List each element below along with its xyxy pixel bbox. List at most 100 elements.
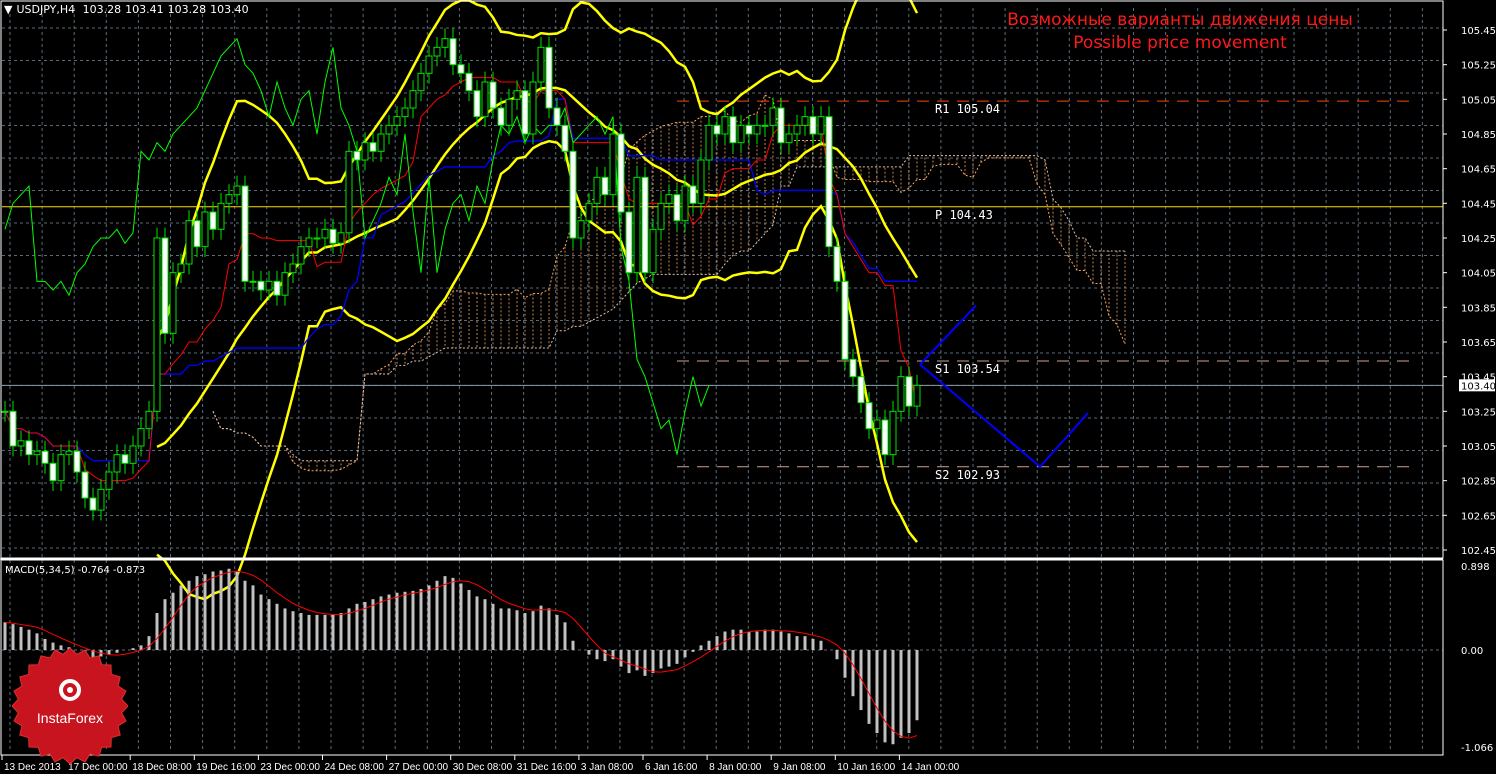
candle-body <box>857 376 865 404</box>
forecast-path <box>919 304 977 366</box>
pivot-label-S2: S2 102.93 <box>935 468 1000 482</box>
candle-body <box>737 124 745 144</box>
x-tick-label: 18 Dec 08:00 <box>132 762 192 773</box>
annotation-russian: Возможные варианты движения цены <box>1007 10 1353 30</box>
candle-body <box>377 133 385 152</box>
candle-body <box>385 124 393 135</box>
candle-body <box>337 232 345 244</box>
candle-body <box>417 72 425 92</box>
x-tick-label: 31 Dec 16:00 <box>517 762 577 773</box>
candle-body <box>281 272 289 296</box>
y-tick-label: 102.45 <box>1461 546 1496 557</box>
candle-body <box>777 107 785 144</box>
x-tick-label: 27 Dec 00:00 <box>389 762 449 773</box>
candle-body <box>721 116 729 135</box>
y-tick-label: 104.45 <box>1461 199 1496 210</box>
candle-body <box>97 488 105 511</box>
candle-body <box>33 450 41 456</box>
candle-body <box>73 450 81 473</box>
candle-body <box>849 358 857 378</box>
candle-body <box>481 81 489 118</box>
candle-body <box>753 124 761 135</box>
candle-body <box>865 402 873 430</box>
x-tick-label: 3 Jan 08:00 <box>581 762 634 773</box>
candle-body <box>217 202 225 230</box>
forecast-path <box>919 363 1089 469</box>
chikou-span <box>4 37 710 455</box>
pivot-label-R1: R1 105.04 <box>935 102 1000 116</box>
candle-body <box>561 124 569 152</box>
candle-body <box>313 237 321 240</box>
candle-body <box>633 176 641 274</box>
candle-body <box>825 116 833 248</box>
macd-tick-label: 0.00 <box>1461 646 1483 657</box>
candle-body <box>49 462 57 482</box>
high-value: 103.41 <box>125 3 164 16</box>
candle-body <box>665 194 673 204</box>
x-tick-label: 6 Jan 16:00 <box>645 762 698 773</box>
pivot-label-P: P 104.43 <box>935 208 993 222</box>
candle-body <box>25 440 33 456</box>
trading-chart-window: R1 105.04 P 104.43 S1 103.54 S2 102.93 105.… <box>0 0 1496 774</box>
candle-body <box>449 38 457 66</box>
candle-body <box>65 450 73 456</box>
candle-body <box>489 81 497 109</box>
candle-body <box>761 124 769 127</box>
candle-body <box>889 410 897 456</box>
candle-body <box>153 237 161 412</box>
macd-pane <box>0 558 1443 745</box>
x-tick-label: 8 Jan 00:00 <box>709 762 762 773</box>
candle-body <box>433 46 441 57</box>
macd-label: MACD(5,34,5) -0.764 -0.873 <box>5 565 148 576</box>
candle-body <box>457 64 465 74</box>
candle-body <box>521 90 529 135</box>
candle-body <box>841 280 849 360</box>
candle-body <box>289 263 297 274</box>
candle-body <box>617 133 625 213</box>
y-tick-label: 102.65 <box>1461 511 1496 522</box>
candle-body <box>401 107 409 118</box>
macd-name: MACD(5,34,5) <box>5 565 75 576</box>
logo-text: InstaForex <box>36 710 104 726</box>
candle-body <box>393 116 401 126</box>
y-tick-label: 105.05 <box>1461 95 1496 106</box>
x-tick-label: 10 Jan 16:00 <box>837 762 895 773</box>
bollinger-lower <box>156 139 918 601</box>
dropdown-triangle-icon[interactable]: ▼ <box>4 3 12 16</box>
candle-body <box>513 90 521 100</box>
candle-body <box>881 419 889 456</box>
annotation-english: Possible price movement <box>1073 33 1287 53</box>
candle-body <box>905 376 913 407</box>
candle-body <box>713 124 721 135</box>
candle-body <box>657 202 665 230</box>
candle-body <box>817 116 825 135</box>
candle-body <box>625 211 633 274</box>
macd-tick-label: 0.898 <box>1461 562 1490 573</box>
candle-body <box>201 211 209 248</box>
y-tick-label: 104.85 <box>1461 130 1496 141</box>
candle-body <box>729 116 737 144</box>
candle-body <box>529 81 537 135</box>
y-tick-label: 105.25 <box>1461 61 1496 72</box>
candle-body <box>185 220 193 265</box>
candle-body <box>553 107 561 126</box>
candle-body <box>601 176 609 196</box>
pivot-label-S1: S1 103.54 <box>935 362 1000 376</box>
candle-body <box>297 246 305 265</box>
candle-body <box>161 237 169 334</box>
candle-body <box>409 90 417 109</box>
candle-body <box>249 280 257 283</box>
candle-body <box>361 142 369 161</box>
candle-body <box>273 280 281 296</box>
x-tick-label: 23 Dec 00:00 <box>260 762 320 773</box>
candle-body <box>897 376 905 412</box>
candle-body <box>177 263 185 274</box>
macd-main-value: -0.764 <box>77 565 110 576</box>
candle-body <box>769 107 777 126</box>
candle-body <box>265 280 273 291</box>
symbol-label: USDJPY,H4 <box>16 3 76 16</box>
y-tick-label: 103.85 <box>1461 303 1496 314</box>
price-chart[interactable]: R1 105.04 P 104.43 S1 103.54 S2 102.93 105.… <box>0 0 1496 774</box>
y-tick-label: 104.05 <box>1461 269 1496 280</box>
candle-body <box>497 107 505 126</box>
